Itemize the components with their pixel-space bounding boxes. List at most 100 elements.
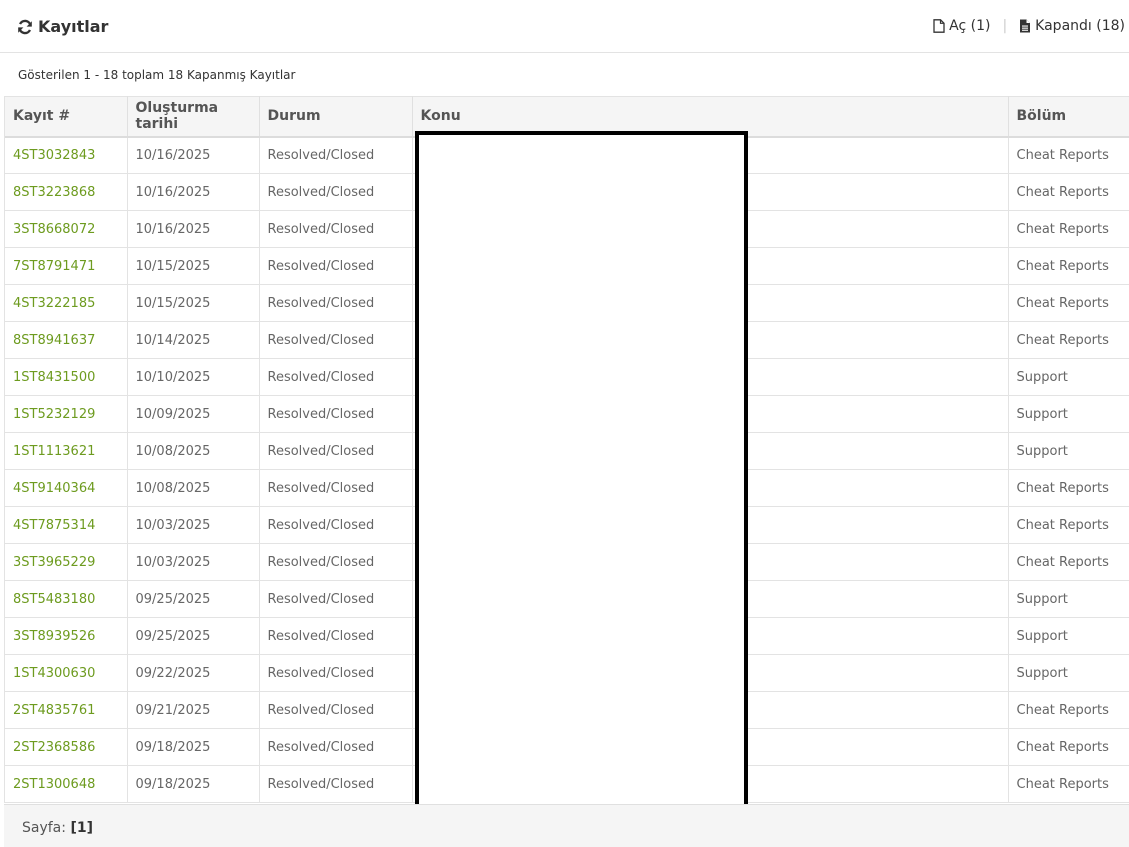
department-cell: Cheat Reports	[1008, 321, 1129, 359]
pagination-footer: Sayfa: [1]	[4, 804, 1129, 847]
ticket-id-link[interactable]: 1ST5232129	[13, 407, 95, 422]
department-cell: Support	[1008, 395, 1129, 433]
created-date-cell: 10/08/2025	[127, 432, 260, 470]
ticket-id-cell: 8ST5483180	[5, 580, 128, 618]
status-cell: Resolved/Closed	[259, 284, 413, 322]
ticket-id-link[interactable]: 3ST8939526	[13, 629, 95, 644]
department-cell: Cheat Reports	[1008, 136, 1129, 174]
current-page[interactable]: [1]	[70, 820, 93, 836]
created-date-cell: 09/18/2025	[127, 728, 260, 766]
status-cell: Resolved/Closed	[259, 580, 413, 618]
redaction-box	[415, 131, 748, 811]
ticket-id-link[interactable]: 4ST3032843	[13, 148, 95, 163]
page-title[interactable]: Kayıtlar	[17, 17, 108, 36]
department-cell: Cheat Reports	[1008, 210, 1129, 248]
created-date-cell: 10/03/2025	[127, 543, 260, 581]
results-summary: Gösterilen 1 - 18 toplam 18 Kapanmış Kay…	[18, 68, 296, 82]
department-cell: Support	[1008, 654, 1129, 692]
ticket-id-link[interactable]: 2ST2368586	[13, 740, 95, 755]
department-cell: Cheat Reports	[1008, 284, 1129, 322]
ticket-id-link[interactable]: 4ST3222185	[13, 296, 95, 311]
ticket-id-link[interactable]: 2ST4835761	[13, 703, 95, 718]
status-cell: Resolved/Closed	[259, 691, 413, 729]
ticket-id-link[interactable]: 3ST3965229	[13, 555, 95, 570]
column-header-ticket-id[interactable]: Kayıt #	[5, 96, 128, 138]
ticket-id-link[interactable]: 8ST5483180	[13, 592, 95, 607]
filter-open-link[interactable]: Aç (1)	[933, 18, 990, 34]
ticket-id-cell: 2ST4835761	[5, 691, 128, 729]
ticket-id-cell: 4ST3032843	[5, 136, 128, 174]
ticket-id-cell: 3ST8939526	[5, 617, 128, 655]
department-cell: Cheat Reports	[1008, 173, 1129, 211]
ticket-id-link[interactable]: 1ST4300630	[13, 666, 95, 681]
ticket-id-link[interactable]: 3ST8668072	[13, 222, 95, 237]
filter-open-label: Aç (1)	[949, 18, 991, 34]
department-cell: Cheat Reports	[1008, 469, 1129, 507]
filter-closed-link[interactable]: Kapandı (18)	[1019, 18, 1125, 34]
ticket-id-link[interactable]: 1ST1113621	[13, 444, 95, 459]
department-cell: Cheat Reports	[1008, 765, 1129, 803]
ticket-id-cell: 1ST4300630	[5, 654, 128, 692]
created-date-cell: 10/16/2025	[127, 136, 260, 174]
created-date-cell: 10/15/2025	[127, 247, 260, 285]
department-cell: Cheat Reports	[1008, 506, 1129, 544]
filter-separator: |	[1002, 18, 1008, 34]
department-cell: Support	[1008, 358, 1129, 396]
ticket-id-cell: 1ST5232129	[5, 395, 128, 433]
department-cell: Cheat Reports	[1008, 728, 1129, 766]
ticket-id-cell: 7ST8791471	[5, 247, 128, 285]
created-date-cell: 10/03/2025	[127, 506, 260, 544]
ticket-status-filters: Aç (1) | Kapandı (18)	[933, 18, 1125, 34]
ticket-id-link[interactable]: 7ST8791471	[13, 259, 95, 274]
ticket-id-cell: 4ST9140364	[5, 469, 128, 507]
status-cell: Resolved/Closed	[259, 210, 413, 248]
file-outline-icon	[933, 19, 945, 33]
status-cell: Resolved/Closed	[259, 617, 413, 655]
refresh-icon	[18, 19, 32, 34]
ticket-id-cell: 4ST3222185	[5, 284, 128, 322]
created-date-cell: 09/18/2025	[127, 765, 260, 803]
ticket-id-cell: 8ST8941637	[5, 321, 128, 359]
ticket-id-link[interactable]: 2ST1300648	[13, 777, 95, 792]
file-text-icon	[1020, 19, 1031, 33]
status-cell: Resolved/Closed	[259, 173, 413, 211]
ticket-id-link[interactable]: 4ST9140364	[13, 481, 95, 496]
status-cell: Resolved/Closed	[259, 321, 413, 359]
ticket-id-cell: 2ST1300648	[5, 765, 128, 803]
created-date-cell: 09/25/2025	[127, 580, 260, 618]
column-header-status[interactable]: Durum	[259, 96, 413, 138]
department-cell: Support	[1008, 432, 1129, 470]
status-cell: Resolved/Closed	[259, 765, 413, 803]
status-cell: Resolved/Closed	[259, 432, 413, 470]
department-cell: Support	[1008, 617, 1129, 655]
status-cell: Resolved/Closed	[259, 728, 413, 766]
ticket-id-cell: 1ST1113621	[5, 432, 128, 470]
ticket-id-link[interactable]: 1ST8431500	[13, 370, 95, 385]
column-header-created-date[interactable]: Oluşturma tarihi	[127, 96, 260, 138]
created-date-cell: 10/15/2025	[127, 284, 260, 322]
department-cell: Support	[1008, 580, 1129, 618]
created-date-cell: 10/14/2025	[127, 321, 260, 359]
page-header: Kayıtlar Aç (1) | Kapandı (18)	[0, 0, 1129, 53]
ticket-id-cell: 3ST3965229	[5, 543, 128, 581]
created-date-cell: 09/25/2025	[127, 617, 260, 655]
department-cell: Cheat Reports	[1008, 247, 1129, 285]
created-date-cell: 10/08/2025	[127, 469, 260, 507]
created-date-cell: 10/16/2025	[127, 173, 260, 211]
created-date-cell: 09/22/2025	[127, 654, 260, 692]
status-cell: Resolved/Closed	[259, 247, 413, 285]
column-header-department[interactable]: Bölüm	[1008, 96, 1129, 138]
page-label: Sayfa:	[22, 820, 66, 836]
ticket-id-cell: 2ST2368586	[5, 728, 128, 766]
ticket-id-cell: 3ST8668072	[5, 210, 128, 248]
ticket-id-cell: 8ST3223868	[5, 173, 128, 211]
department-cell: Cheat Reports	[1008, 543, 1129, 581]
created-date-cell: 10/09/2025	[127, 395, 260, 433]
ticket-id-link[interactable]: 8ST3223868	[13, 185, 95, 200]
status-cell: Resolved/Closed	[259, 136, 413, 174]
status-cell: Resolved/Closed	[259, 395, 413, 433]
status-cell: Resolved/Closed	[259, 654, 413, 692]
ticket-id-link[interactable]: 8ST8941637	[13, 333, 95, 348]
status-cell: Resolved/Closed	[259, 543, 413, 581]
ticket-id-link[interactable]: 4ST7875314	[13, 518, 95, 533]
